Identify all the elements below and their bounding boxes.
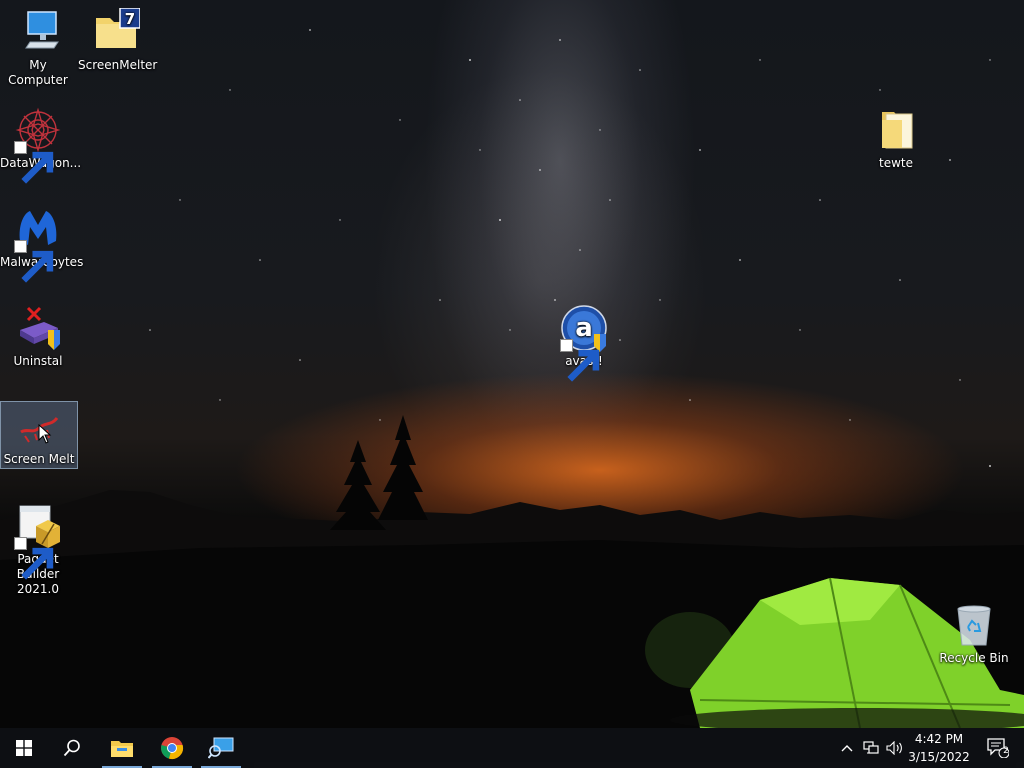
computer-icon (14, 8, 62, 56)
avast-icon: a (560, 304, 608, 382)
svg-text:7: 7 (125, 10, 135, 28)
clock-time: 4:42 PM (914, 732, 964, 746)
folder-icon (872, 106, 920, 154)
windows-start-icon (16, 740, 32, 756)
taskbar-file-explorer[interactable] (98, 728, 146, 768)
taskbar-remote-desktop[interactable] (197, 728, 245, 768)
icon-label: Screen Melt (3, 452, 75, 466)
malwarebytes-icon (14, 205, 62, 283)
icon-label: tewte (879, 156, 913, 170)
desktop-icon-screenmelter[interactable]: 7 ScreenMelter (78, 8, 158, 73)
shortcut-arrow-icon (14, 537, 54, 580)
desktop-icon-paquet-builder[interactable]: Paquet Builder 2021.0 (0, 502, 76, 597)
recycle-bin-icon (950, 601, 998, 649)
desktop-icon-recycle-bin[interactable]: Recycle Bin (936, 601, 1012, 666)
chrome-icon (161, 737, 184, 760)
shortcut-arrow-icon (14, 240, 54, 283)
file-explorer-icon (111, 741, 133, 757)
notification-count-badge: 2 (1003, 746, 1009, 756)
clock[interactable]: 4:42 PM 3/15/2022 (904, 728, 974, 768)
mouse-cursor-icon (38, 424, 52, 444)
package-icon (14, 502, 62, 580)
network-icon (863, 741, 879, 754)
search-button[interactable] (48, 728, 96, 768)
action-center-button[interactable]: 2 (978, 728, 1018, 768)
start-button[interactable] (0, 728, 48, 768)
volume-icon (886, 741, 902, 755)
shortcut-arrow-icon (14, 141, 54, 184)
network-button[interactable] (860, 728, 882, 768)
remote-desktop-icon (208, 737, 234, 759)
icon-label: My Computer (8, 58, 68, 87)
datawagon-icon (14, 106, 62, 184)
desktop-icon-malwarebytes[interactable]: Malwarebytes (0, 205, 83, 283)
shortcut-arrow-icon (560, 339, 600, 382)
icon-label: Uninstal (13, 354, 63, 368)
desktop-icon-tewte[interactable]: tewte (858, 106, 934, 171)
search-icon (63, 739, 80, 757)
desktop-icon-datawagon[interactable]: DataWagon... (0, 106, 81, 184)
uninstall-icon (14, 304, 62, 352)
icon-label: ScreenMelter (78, 58, 158, 72)
icon-label: Recycle Bin (939, 651, 1009, 665)
desktop-icon-my-computer[interactable]: My Computer (0, 8, 76, 88)
folder-icon: 7 (92, 8, 140, 56)
taskbar-chrome[interactable] (148, 728, 196, 768)
volume-button[interactable] (884, 728, 906, 768)
show-hidden-icons-button[interactable] (837, 728, 857, 768)
taskbar: 4:42 PM 3/15/2022 2 (0, 728, 1024, 768)
chevron-up-icon (841, 745, 853, 752)
svg-text:a: a (575, 313, 593, 343)
desktop-icon-avast[interactable]: a avast! (546, 304, 622, 382)
clock-date: 3/15/2022 (908, 750, 970, 764)
desktop-icon-uninstal[interactable]: Uninstal (0, 304, 76, 369)
